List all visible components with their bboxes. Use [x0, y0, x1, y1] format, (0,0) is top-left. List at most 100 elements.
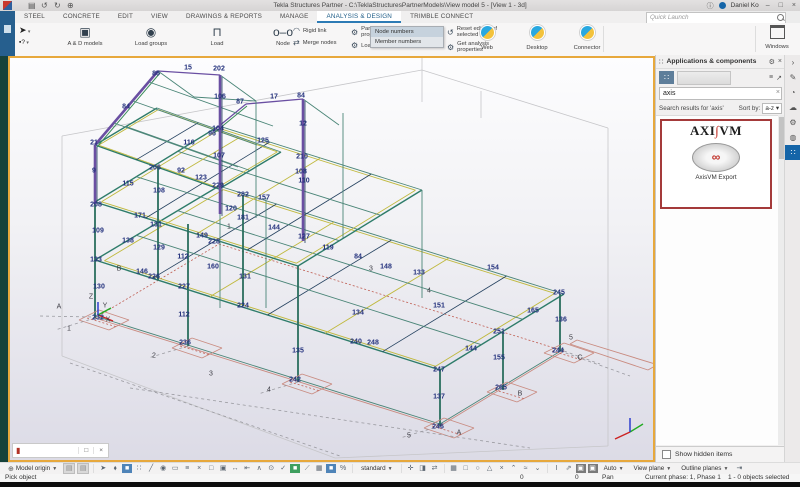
tab-analysis-design[interactable]: ANALYSIS & DESIGN — [317, 11, 401, 23]
snap-icon[interactable]: ∧ — [254, 464, 264, 473]
dropdown-view-plane[interactable]: View plane▼ — [630, 464, 676, 473]
selection-tools[interactable]: ➤ ▾ ▪? ▾ — [19, 25, 47, 54]
snap-icon[interactable]: ≡ — [182, 464, 192, 473]
phase-indicator[interactable]: Current phase: 1, Phase 1 — [645, 474, 721, 482]
tab-steel[interactable]: STEEL — [15, 11, 54, 23]
node-number-label: 242 — [289, 377, 301, 384]
dropdown-auto[interactable]: Auto▼ — [600, 464, 628, 473]
gear-icon[interactable]: ⚙ — [785, 115, 800, 130]
windows-button[interactable]: Windows — [760, 25, 794, 50]
select-arrow-icon[interactable]: ➤ — [19, 25, 27, 35]
snap-icon[interactable]: ∷ — [134, 464, 144, 473]
snap-icon[interactable]: ⇥ — [734, 464, 744, 473]
trimble-web-button[interactable]: Web — [470, 25, 504, 52]
minimized-view-window[interactable]: ▮ □ × — [12, 443, 109, 458]
search-results-label: Search results for 'axis' — [659, 105, 737, 112]
ribbon-button-load[interactable]: ⊓Load — [193, 24, 241, 47]
snap-icon[interactable]: △ — [485, 464, 495, 473]
snap-icon[interactable]: ⌃ — [509, 464, 519, 473]
tab-trimble-connect[interactable]: TRIMBLE CONNECT — [401, 11, 482, 23]
ribbon-button-merge-nodes[interactable]: ⇄Merge nodes — [293, 38, 337, 47]
model-origin-dropdown[interactable]: ⊕Model origin▼ — [4, 464, 61, 474]
snap-icon[interactable]: ⇄ — [430, 464, 440, 473]
snap-icon[interactable]: □ — [206, 464, 216, 473]
collapse-arrow-icon[interactable]: › — [785, 55, 800, 70]
snap-icon[interactable]: ▦ — [449, 464, 459, 473]
gallery-view-icon[interactable]: ∷ — [659, 71, 674, 84]
snap-icon[interactable]: ■ — [122, 464, 132, 473]
snap-icon[interactable]: % — [338, 464, 348, 473]
clock-icon[interactable]: ◔ — [785, 85, 800, 100]
snap-icon[interactable]: ✓ — [278, 464, 288, 473]
tab-edit[interactable]: EDIT — [109, 11, 142, 23]
expand-icon[interactable]: ↗ — [776, 74, 782, 82]
maximize-button[interactable]: □ — [777, 0, 785, 11]
ribbon-button-rigid-link[interactable]: ◠Rigid link — [293, 26, 337, 35]
model-view[interactable]: 1520286841061784871210496125211161072109… — [8, 56, 655, 462]
snap-icon[interactable]: × — [497, 464, 507, 473]
ribbon-button-load-groups[interactable]: ◉Load groups — [127, 24, 175, 47]
clear-search-icon[interactable]: × — [776, 89, 780, 96]
snap-icon[interactable]: ⬧ — [110, 464, 120, 473]
snap-icon[interactable]: ■ — [290, 464, 300, 473]
snap-icon[interactable]: ╱ — [146, 464, 156, 473]
snap-icon[interactable]: ▦ — [314, 464, 324, 473]
model-wireframe — [10, 58, 653, 460]
circle-icon[interactable]: ◍ — [785, 130, 800, 145]
minimize-button[interactable]: – — [764, 0, 772, 11]
menu-item-node-numbers[interactable]: Node numbers — [371, 27, 443, 37]
apps-components-icon[interactable]: ∷ — [785, 145, 800, 160]
menu-item-member-numbers[interactable]: Member numbers — [371, 37, 443, 47]
side-tab-strip[interactable] — [0, 11, 15, 56]
ribbon-button-a-d-models[interactable]: ▣A & D models — [61, 24, 109, 47]
tab-manage[interactable]: MANAGE — [271, 11, 318, 23]
cloud-icon[interactable]: ☁ — [785, 100, 800, 115]
ribbon: ➤ ▾ ▪? ▾ ▣A & D models◉Load groups⊓Loado… — [15, 23, 800, 57]
snap-icon[interactable]: ▭ — [170, 464, 180, 473]
close-button[interactable]: × — [790, 0, 798, 11]
tab-view[interactable]: VIEW — [142, 11, 177, 23]
pen-icon[interactable]: ✎ — [785, 70, 800, 85]
snap-icon[interactable]: ▤ — [63, 463, 75, 474]
snap-icon[interactable]: ⇗ — [564, 464, 574, 473]
node-number-label: 125 — [257, 138, 269, 145]
show-hidden-checkbox[interactable] — [662, 450, 671, 459]
restore-icon[interactable]: □ — [78, 447, 93, 454]
dropdown-standard[interactable]: standard▼ — [357, 464, 396, 473]
snap-icon[interactable]: × — [194, 464, 204, 473]
snap-icon[interactable]: ⟋ — [302, 464, 312, 473]
snap-icon[interactable]: ▣ — [218, 464, 228, 473]
snap-icon[interactable]: ≈ — [521, 464, 531, 473]
snap-icon[interactable]: ▣ — [588, 464, 598, 473]
sort-dropdown[interactable]: a-z ▾ — [762, 103, 782, 114]
snap-icon[interactable]: ◨ — [418, 464, 428, 473]
snap-icon[interactable]: ▣ — [576, 464, 586, 473]
gear-icon[interactable]: ⚙ — [769, 58, 775, 66]
list-icon[interactable]: ≡ — [769, 74, 773, 81]
snap-icon[interactable]: I — [552, 464, 562, 473]
node-number-label: 135 — [292, 348, 304, 355]
snap-icon[interactable]: ◉ — [158, 464, 168, 473]
snap-icon[interactable]: ○ — [473, 464, 483, 473]
tab-concrete[interactable]: CONCRETE — [54, 11, 109, 23]
component-search-input[interactable]: axis — [659, 87, 782, 100]
snap-icon[interactable]: ➤ — [98, 464, 108, 473]
snap-icon[interactable]: ■ — [326, 464, 336, 473]
tab-drawings-reports[interactable]: DRAWINGS & REPORTS — [177, 11, 271, 23]
snap-icon[interactable]: ▤ — [77, 463, 89, 474]
close-icon[interactable]: × — [778, 58, 782, 65]
info-icon[interactable]: ⓘ — [707, 1, 714, 11]
snap-icon[interactable]: ✛ — [406, 464, 416, 473]
user-name[interactable]: Daniel Ko — [731, 2, 759, 9]
snap-icon[interactable]: ⊙ — [266, 464, 276, 473]
dropdown-outline-planes[interactable]: Outline planes▼ — [677, 464, 732, 473]
trimble-desktop-button[interactable]: Desktop — [520, 25, 554, 52]
close-icon[interactable]: × — [93, 447, 108, 454]
snap-icon[interactable]: ⇤ — [242, 464, 252, 473]
coord-y: 0 — [575, 474, 579, 482]
snap-icon[interactable]: ↔ — [230, 464, 240, 473]
axisvm-export-item[interactable]: AXI∫VM ∞ AxisVM Export — [660, 119, 772, 209]
snap-icon[interactable]: ⌄ — [533, 464, 543, 473]
snap-icon[interactable]: □ — [461, 464, 471, 473]
trimble-connector-button[interactable]: Connector — [570, 25, 604, 52]
